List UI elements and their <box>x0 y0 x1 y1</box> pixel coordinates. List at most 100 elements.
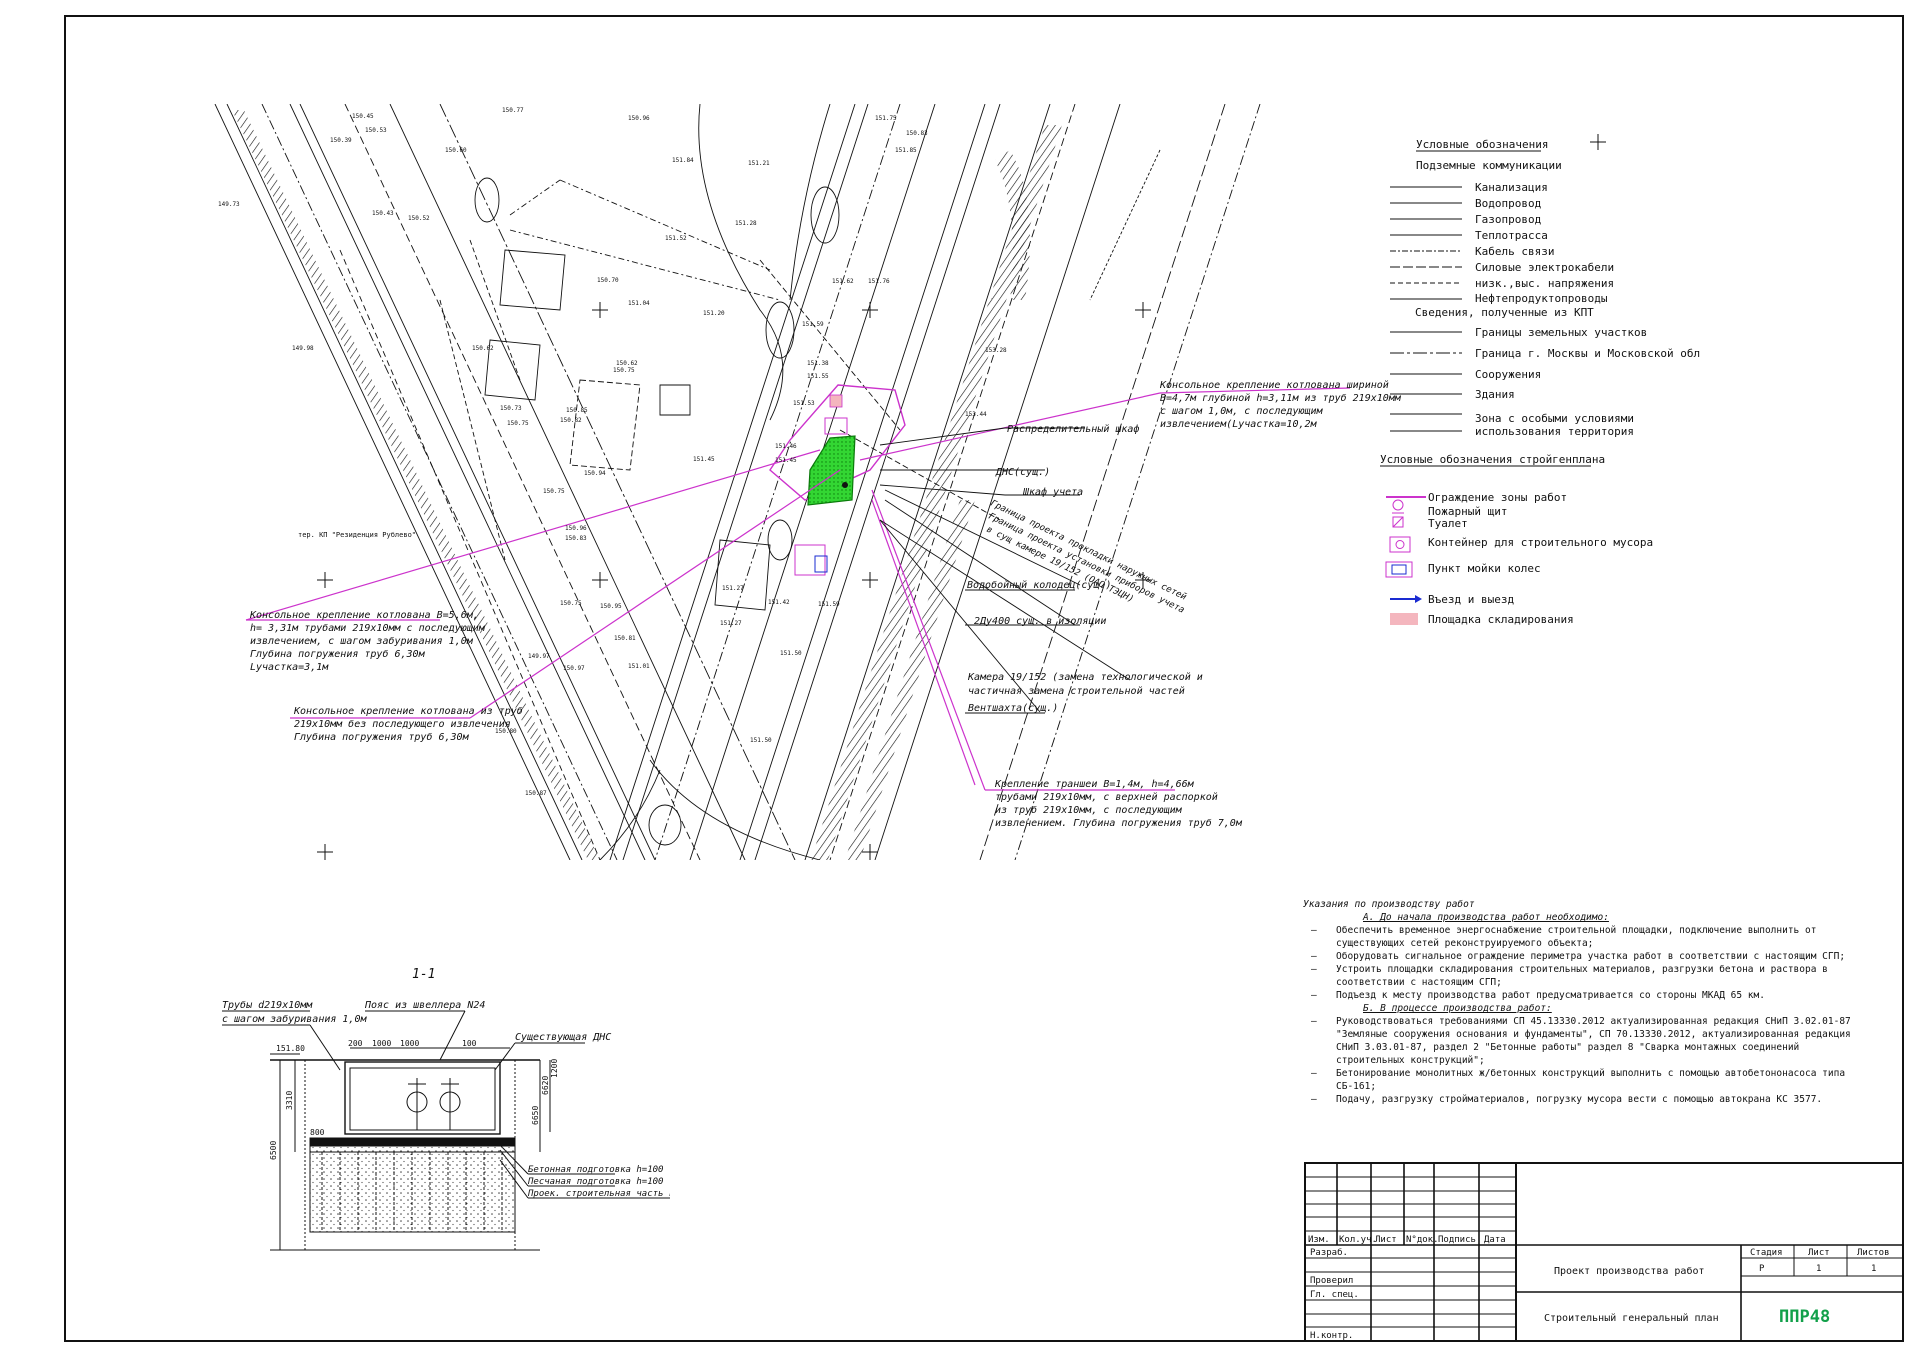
legend: Условные обозначения Подземные коммуника… <box>1380 138 1700 625</box>
elev: 151.46 <box>775 443 797 450</box>
section-dim: 6620 <box>541 1076 550 1095</box>
legend-item: Водопровод <box>1475 197 1542 210</box>
notes-item: Подъезд к месту производства работ преду… <box>1311 989 1863 1002</box>
elev: 150.82 <box>560 417 582 424</box>
tb-row: Проверил <box>1310 1276 1353 1286</box>
legend-item: Канализация <box>1475 181 1548 194</box>
tb-col: N°док. <box>1406 1235 1439 1245</box>
annot-dist-cabinet: Распределительный шкаф <box>1007 423 1139 435</box>
notes-item: Бетонирование монолитных ж/бетонных конс… <box>1311 1067 1863 1093</box>
plan-linework <box>214 104 1261 860</box>
legend-kpt-item: Зона с особыми условиями <box>1475 412 1634 425</box>
legend-item: Кабель связи <box>1475 245 1554 258</box>
elev: 151.38 <box>807 360 829 367</box>
tb-col: Лист <box>1375 1235 1397 1245</box>
section-dim: 6650 <box>531 1106 540 1125</box>
elev: 150.73 <box>500 405 522 412</box>
elev: 150.83 <box>565 535 587 542</box>
elev: 151.76 <box>868 278 890 285</box>
legend-kpt-title: Сведения, полученные из КПТ <box>1415 306 1594 319</box>
elev: 150.83 <box>906 130 928 137</box>
tb-col: Изм. <box>1308 1235 1330 1245</box>
elev: 151.27 <box>720 620 742 627</box>
elev: 150.77 <box>502 107 524 114</box>
tb-sheets: 1 <box>1871 1264 1876 1274</box>
legend-sgp-item: Туалет <box>1428 517 1468 530</box>
elev: 151.21 <box>748 160 770 167</box>
notes-item: Подачу, разгрузку стройматериалов, погру… <box>1311 1093 1863 1106</box>
tb-sheet: 1 <box>1816 1264 1821 1274</box>
tb-stage-head: Стадия <box>1750 1248 1783 1258</box>
elev: 151.27 <box>722 585 744 592</box>
section-label: с шагом забуривания 1,0м <box>222 1013 367 1025</box>
section-1-1: 1-1 Трубы d219х10мм с шагом забуривания … <box>222 967 670 1251</box>
elev: 151.59 <box>818 601 840 608</box>
elev: 150.97 <box>563 665 585 672</box>
annot-boundary: Граница проекта установки приборов учета <box>987 511 1187 616</box>
annot-meter-cabinet: Шкаф учета <box>1022 486 1083 498</box>
tb-stage: Р <box>1759 1264 1765 1274</box>
annot-console-2: Глубина погружения труб 6,30м <box>250 648 426 660</box>
elev: 150.85 <box>566 407 588 414</box>
annot-well: Водобойный колодец(сущ.) <box>967 579 1112 591</box>
elev: 151.20 <box>703 310 725 317</box>
elev: 150.52 <box>408 215 430 222</box>
elev: 150.43 <box>372 210 394 217</box>
legend-item: Газопровод <box>1475 213 1542 226</box>
elev: 151.42 <box>768 599 790 606</box>
section-dim: 1200 <box>550 1059 559 1078</box>
elev: 150.62 <box>472 345 494 352</box>
elev: 151.62 <box>832 278 854 285</box>
annot-console-3: 219х10мм без последующего извлечения <box>294 718 511 730</box>
elev: 150.75 <box>613 367 635 374</box>
elev: 150.70 <box>597 277 619 284</box>
elev: 150.95 <box>600 603 622 610</box>
annot-vent: Вентшахта(сущ.) <box>968 703 1058 714</box>
legend-kpt-item: Здания <box>1475 388 1515 401</box>
elev: 151.52 <box>665 235 687 242</box>
elev: 150.39 <box>330 137 352 144</box>
section-dim: 6500 <box>269 1141 278 1160</box>
elev: 151.84 <box>672 157 694 164</box>
elev: 149.97 <box>528 653 550 660</box>
elevation-labels: 150.77 150.96 151.84 151.21 151.85 151.7… <box>218 107 1007 797</box>
elev: 151.85 <box>895 147 917 154</box>
annot-console-1: извлечением(Lучастка=10,2м <box>1160 419 1318 430</box>
section-title: 1-1 <box>412 967 435 982</box>
annot-console-2: извлечением, с шагом забуривания 1,0м <box>250 635 474 647</box>
annot-console-2: Lучастка=3,1м <box>250 662 329 673</box>
elev: 151.04 <box>628 300 650 307</box>
annot-console-1: В=4,7м глубиной h=3,11м из труб 219х10мм <box>1160 392 1402 404</box>
legend-sgp-item: Въезд и выезд <box>1428 593 1514 606</box>
notes-list-b: Руководствоваться требованиями СП 45.133… <box>1303 1015 1863 1106</box>
elev: 149.98 <box>292 345 314 352</box>
title-block: Изм. Кол.уч. Лист N°док. Подпись Дата Ра… <box>1304 1162 1904 1342</box>
elev: 153.28 <box>985 347 1007 354</box>
tb-col: Кол.уч. <box>1339 1235 1377 1245</box>
legend-kpt-item: использования территория <box>1475 425 1634 438</box>
elev: 150.94 <box>584 470 606 477</box>
legend-underground: Подземные коммуникации <box>1416 159 1562 172</box>
legend-sgp-item: Пункт мойки колес <box>1428 562 1541 575</box>
elev: 150.53 <box>365 127 387 134</box>
notes-title: Указания по производству работ <box>1303 899 1475 910</box>
annot-chamber: частичная замена строительной частей <box>968 685 1185 697</box>
section-dim: 200 <box>348 1039 363 1048</box>
legend-item: Силовые электрокабели <box>1475 261 1614 274</box>
annot-dns: ДНС(сущ.) <box>995 467 1050 478</box>
section-dim: 1000 <box>400 1039 419 1048</box>
section-label: Трубы d219х10мм <box>222 999 313 1011</box>
elev: 151.28 <box>735 220 757 227</box>
legend-item: низк.,выс. напряжения <box>1475 277 1614 290</box>
elev: 151.53 <box>793 400 815 407</box>
tb-row: Гл. спец. <box>1310 1290 1359 1300</box>
elev: 151.45 <box>693 456 715 463</box>
elev: 150.45 <box>352 113 374 120</box>
elev: 149.73 <box>218 201 240 208</box>
annot-trench: из труб 219х10мм, с последующим <box>995 804 1183 816</box>
annot-pipes: 2Ду400 сущ. в изоляции <box>974 616 1106 627</box>
annot-trench: извлечением. Глубина погружения труб 7,0… <box>995 817 1243 829</box>
section-dim: 3310 <box>285 1091 294 1110</box>
elev: 153.44 <box>965 411 987 418</box>
elev: 151.50 <box>750 737 772 744</box>
